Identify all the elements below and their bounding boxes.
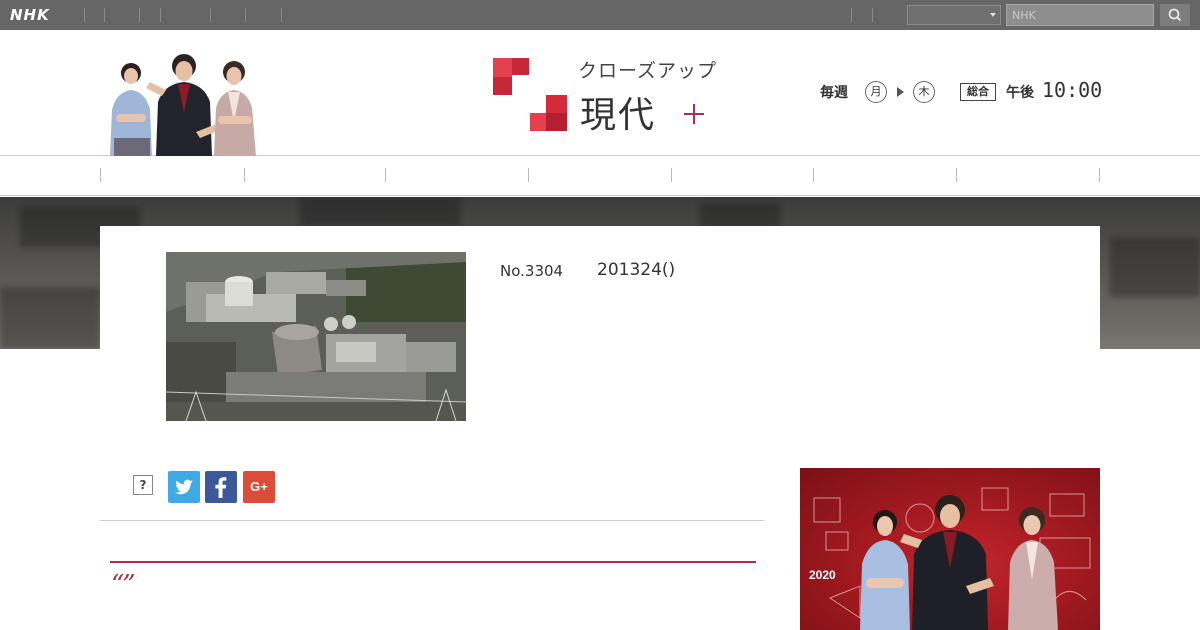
section-divider xyxy=(100,520,764,521)
program-title-top: クローズアップ xyxy=(578,60,718,82)
schedule-day-from: 月 xyxy=(865,81,887,103)
nav-divider xyxy=(100,168,101,182)
search-input[interactable] xyxy=(1006,4,1154,26)
nav-divider xyxy=(528,168,529,182)
schedule-every-week: 毎週 xyxy=(820,85,848,101)
search-button[interactable] xyxy=(1160,4,1190,26)
schedule-pm: 午後 xyxy=(1006,85,1034,101)
promo-banner-illustration xyxy=(813,487,1091,630)
global-bar-separator xyxy=(104,8,105,22)
nav-divider xyxy=(1099,168,1100,182)
global-bar-separator xyxy=(160,8,161,22)
schedule-channel: 総合 xyxy=(960,83,996,101)
global-bar-separator xyxy=(872,8,873,22)
nav-divider xyxy=(671,168,672,182)
episode-number: No.3304 xyxy=(500,262,564,280)
global-nav xyxy=(0,156,1200,196)
global-bar-separator xyxy=(851,8,852,22)
nhk-global-bar: NHK xyxy=(0,0,1200,30)
nav-divider xyxy=(385,168,386,182)
program-logo-mark xyxy=(493,58,567,131)
facebook-icon xyxy=(215,477,227,498)
hosts-photo xyxy=(110,54,256,156)
global-bar-separator xyxy=(281,8,282,22)
hero-shape xyxy=(300,197,460,227)
twitter-icon xyxy=(175,479,193,495)
program-header: クローズアップ 現代 毎週 月 木 総合 午後 10:00 xyxy=(0,30,1200,156)
global-bar-separator xyxy=(245,8,246,22)
accent-divider xyxy=(110,561,756,563)
nav-divider xyxy=(956,168,957,182)
plus-icon xyxy=(684,104,704,124)
hero-shape xyxy=(0,287,100,349)
nav-divider xyxy=(813,168,814,182)
global-bar-separator xyxy=(210,8,211,22)
episode-panel: No.3304 201324() ? G+ “” 2020 xyxy=(100,226,1100,630)
schedule-time: 10:00 xyxy=(1042,78,1103,102)
episode-thumbnail[interactable] xyxy=(166,252,466,421)
nhk-logo[interactable]: NHK xyxy=(10,6,50,24)
promo-banner[interactable]: 2020 xyxy=(800,468,1100,630)
article-quote: “” xyxy=(111,570,136,600)
share-help-button[interactable]: ? xyxy=(133,475,153,495)
nav-divider xyxy=(244,168,245,182)
search-icon xyxy=(1168,8,1182,22)
hero-shape xyxy=(1110,237,1200,297)
episode-date: 201324() xyxy=(597,260,676,280)
promo-banner-year: 2020 xyxy=(809,568,836,582)
region-select[interactable] xyxy=(907,5,1001,25)
global-bar-separator xyxy=(84,8,85,22)
triangle-right-icon xyxy=(897,87,904,97)
googleplus-share-button[interactable]: G+ xyxy=(243,471,275,503)
chevron-down-icon xyxy=(990,13,996,17)
schedule-day-to: 木 xyxy=(913,81,935,103)
facebook-share-button[interactable] xyxy=(205,471,237,503)
global-bar-separator xyxy=(139,8,140,22)
program-title-main: 現代 xyxy=(580,95,657,136)
twitter-share-button[interactable] xyxy=(168,471,200,503)
